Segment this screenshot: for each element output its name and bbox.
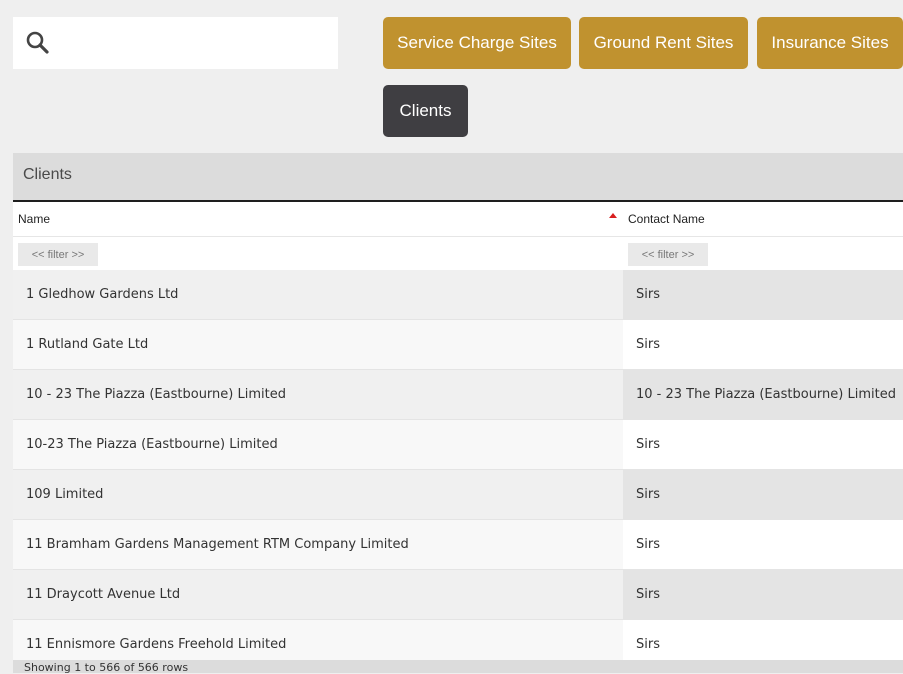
- name-filter-button[interactable]: << filter >>: [18, 243, 98, 266]
- contact-cell: Sirs: [623, 520, 903, 569]
- table-footer: Showing 1 to 566 of 566 rows: [13, 660, 903, 674]
- row-count-status: Showing 1 to 566 of 566 rows: [24, 661, 189, 674]
- table-row[interactable]: 11 Ennismore Gardens Freehold Limited Si…: [13, 620, 903, 660]
- column-header-name-label: Name: [18, 212, 51, 226]
- filter-cell-contact: << filter >>: [623, 237, 903, 270]
- contact-cell: 10 - 23 The Piazza (Eastbourne) Limited: [623, 370, 903, 419]
- name-cell: 109 Limited: [13, 470, 623, 519]
- ground-rent-sites-button[interactable]: Ground Rent Sites: [579, 17, 748, 69]
- name-cell: 11 Bramham Gardens Management RTM Compan…: [13, 520, 623, 569]
- name-cell: 1 Rutland Gate Ltd: [13, 320, 623, 369]
- column-header-contact-name[interactable]: Contact Name: [623, 202, 903, 237]
- contact-cell: Sirs: [623, 620, 903, 660]
- column-header-contact-label: Contact Name: [628, 212, 705, 226]
- panel-title: Clients: [23, 166, 72, 183]
- search-box[interactable]: [13, 17, 338, 69]
- contact-filter-button[interactable]: << filter >>: [628, 243, 708, 266]
- name-cell: 10-23 The Piazza (Eastbourne) Limited: [13, 420, 623, 469]
- clients-button[interactable]: Clients: [383, 85, 468, 137]
- insurance-sites-button[interactable]: Insurance Sites: [757, 17, 903, 69]
- contact-cell: Sirs: [623, 420, 903, 469]
- table-body: 1 Gledhow Gardens Ltd Sirs 1 Rutland Gat…: [13, 270, 903, 660]
- table-row[interactable]: 10 - 23 The Piazza (Eastbourne) Limited …: [13, 370, 903, 420]
- table-row[interactable]: 109 Limited Sirs: [13, 470, 903, 520]
- table-row[interactable]: 1 Gledhow Gardens Ltd Sirs: [13, 270, 903, 320]
- name-cell: 1 Gledhow Gardens Ltd: [13, 270, 623, 319]
- table-row[interactable]: 11 Bramham Gardens Management RTM Compan…: [13, 520, 903, 570]
- service-charge-sites-button[interactable]: Service Charge Sites: [383, 17, 571, 69]
- table-row[interactable]: 10-23 The Piazza (Eastbourne) Limited Si…: [13, 420, 903, 470]
- sort-ascending-icon[interactable]: [609, 213, 617, 218]
- contact-cell: Sirs: [623, 470, 903, 519]
- contact-cell: Sirs: [623, 320, 903, 369]
- name-cell: 11 Draycott Avenue Ltd: [13, 570, 623, 619]
- search-icon: [26, 31, 49, 54]
- name-cell: 10 - 23 The Piazza (Eastbourne) Limited: [13, 370, 623, 419]
- table-row[interactable]: 1 Rutland Gate Ltd Sirs: [13, 320, 903, 370]
- search-input[interactable]: [63, 27, 332, 61]
- panel-header: Clients: [13, 153, 903, 202]
- table-row[interactable]: 11 Draycott Avenue Ltd Sirs: [13, 570, 903, 620]
- contact-cell: Sirs: [623, 270, 903, 319]
- column-header-name[interactable]: Name: [13, 202, 623, 237]
- name-cell: 11 Ennismore Gardens Freehold Limited: [13, 620, 623, 660]
- contact-cell: Sirs: [623, 570, 903, 619]
- filter-cell-name: << filter >>: [13, 237, 623, 270]
